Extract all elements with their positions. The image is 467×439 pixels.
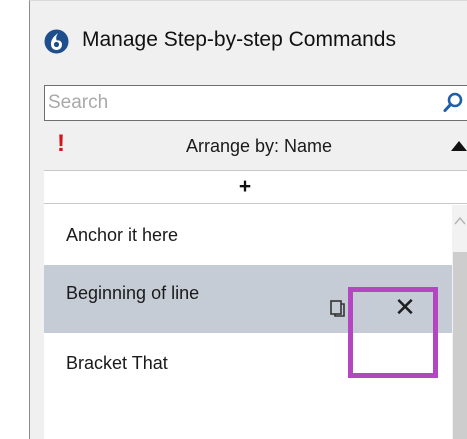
command-label: Anchor it here <box>66 225 179 245</box>
search-input[interactable] <box>45 86 425 120</box>
list-scrollbar[interactable] <box>452 205 467 439</box>
command-label: Bracket That <box>66 353 168 373</box>
list-item[interactable]: Anchor it here <box>44 205 452 273</box>
add-label: + <box>238 175 252 198</box>
commands-panel: ! Arrange by: Name + Anchor it here Begi… <box>44 85 467 439</box>
app-logo-icon <box>44 29 69 54</box>
manage-commands-window: Manage Step-by-step Commands ! Arrange b… <box>29 0 467 439</box>
scroll-thumb[interactable] <box>453 252 467 439</box>
sort-ascending-icon[interactable] <box>450 139 467 153</box>
scroll-up-arrow-icon[interactable] <box>452 205 467 235</box>
screen: Manage Step-by-step Commands ! Arrange b… <box>0 0 467 439</box>
list-item-selected[interactable]: Beginning of line ✕ <box>44 265 452 333</box>
arrange-bar[interactable]: ! Arrange by: Name <box>44 121 467 171</box>
arrange-by-label[interactable]: Arrange by: Name <box>154 121 364 171</box>
command-label: Beginning of line <box>66 283 200 303</box>
search-icon[interactable] <box>438 88 467 118</box>
window-title: Manage Step-by-step Commands <box>82 28 396 51</box>
priority-indicator: ! <box>57 130 65 157</box>
commands-list: Anchor it here Beginning of line ✕ Brack… <box>44 205 452 439</box>
delete-button[interactable]: ✕ <box>390 293 420 323</box>
add-command-button[interactable]: + <box>44 172 467 204</box>
title-bar: Manage Step-by-step Commands <box>30 1 467 85</box>
list-item[interactable]: Bracket That <box>44 333 452 401</box>
search-bar <box>44 85 467 121</box>
duplicate-icon[interactable] <box>328 297 350 319</box>
